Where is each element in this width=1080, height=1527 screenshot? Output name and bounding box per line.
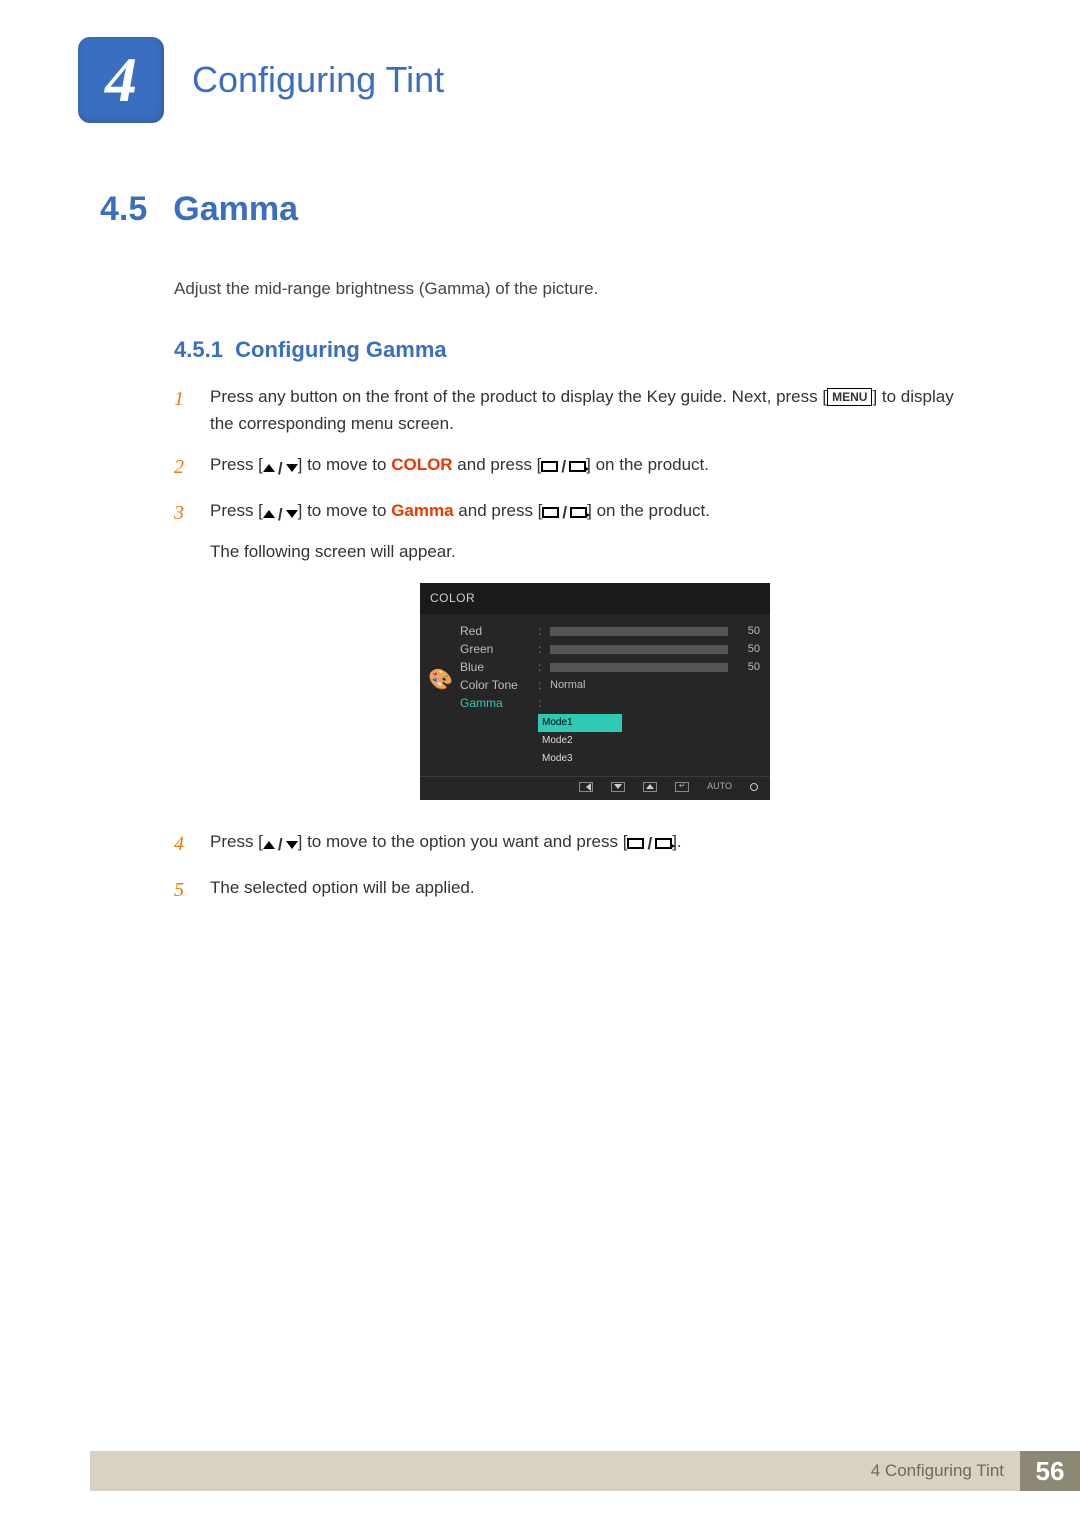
menu-key-icon: MENU [827, 388, 872, 406]
text: ] to move to the option you want and pre… [298, 832, 628, 851]
osd-label: Red [460, 622, 532, 641]
osd-panel: COLOR 🎨 Red: 50 Green: [420, 583, 770, 800]
text: Press any button on the front of the pro… [210, 387, 827, 406]
enter-source-icon: / [541, 453, 586, 480]
step-5: 5 The selected option will be applied. [174, 874, 980, 906]
osd-option: Mode3 [538, 750, 622, 768]
keyword-color: COLOR [391, 455, 452, 474]
osd-navbar: ↵ AUTO [420, 776, 770, 793]
osd-value: Normal [550, 677, 585, 695]
page-number: 56 [1020, 1451, 1080, 1491]
step-text: Press [/] to move to COLOR and press [/]… [210, 451, 980, 483]
nav-back-icon [579, 782, 593, 792]
osd-row-blue: Blue: 50 [460, 658, 760, 676]
content: 4.5 Gamma Adjust the mid-range brightnes… [0, 130, 1080, 906]
steps-list: 1 Press any button on the front of the p… [174, 383, 980, 906]
up-down-arrows-icon: / [263, 831, 298, 858]
step-number: 5 [174, 874, 192, 906]
section-title: Gamma [173, 190, 298, 229]
step-1: 1 Press any button on the front of the p… [174, 383, 980, 437]
subsection-title: Configuring Gamma [235, 337, 446, 362]
osd-option-selected: Mode1 [538, 714, 622, 732]
osd-label: Blue [460, 658, 532, 677]
text: Press [ [210, 832, 263, 851]
page-footer: 4 Configuring Tint 56 [90, 1451, 1080, 1491]
step-number: 1 [174, 383, 192, 437]
osd-value: 50 [738, 641, 760, 659]
footer-label: 4 Configuring Tint [90, 1451, 1020, 1491]
step-number: 3 [174, 497, 192, 813]
step-2: 2 Press [/] to move to COLOR and press [… [174, 451, 980, 483]
nav-auto: AUTO [707, 779, 732, 793]
osd-options: Mode1 Mode2 Mode3 [538, 714, 622, 768]
osd-row-red: Red: 50 [460, 622, 760, 640]
step-note: The following screen will appear. [210, 538, 980, 565]
step-text: Press [/] to move to Gamma and press [/]… [210, 497, 980, 813]
step-number: 4 [174, 828, 192, 860]
nav-enter-icon: ↵ [675, 782, 689, 792]
step-number: 2 [174, 451, 192, 483]
osd-row-gamma: Gamma: [460, 694, 760, 712]
text: ] to move to [298, 455, 392, 474]
text: Press [ [210, 455, 263, 474]
step-text: Press any button on the front of the pro… [210, 383, 980, 437]
chapter-title: Configuring Tint [192, 59, 444, 101]
step-text: The selected option will be applied. [210, 874, 980, 906]
section-number: 4.5 [100, 190, 147, 229]
section-heading: 4.5 Gamma [100, 190, 980, 229]
text: ] to move to [298, 501, 392, 520]
enter-source-icon: / [542, 499, 587, 526]
osd-row-tone: Color Tone: Normal [460, 676, 760, 694]
osd-value: 50 [738, 623, 760, 641]
text: Press [ [210, 501, 263, 520]
power-icon [750, 783, 758, 791]
chapter-badge: 4 [78, 37, 164, 123]
osd-option: Mode2 [538, 732, 622, 750]
palette-icon: 🎨 [428, 622, 460, 768]
osd-label: Color Tone [460, 676, 532, 695]
osd-label-selected: Gamma [460, 694, 532, 713]
osd-row-green: Green: 50 [460, 640, 760, 658]
up-down-arrows-icon: / [263, 501, 298, 528]
text: ] on the product. [586, 455, 709, 474]
up-down-arrows-icon: / [263, 455, 298, 482]
osd-screenshot: COLOR 🎨 Red: 50 Green: [210, 583, 980, 800]
step-3: 3 Press [/] to move to Gamma and press [… [174, 497, 980, 813]
keyword-gamma: Gamma [391, 501, 453, 520]
text: and press [ [454, 501, 543, 520]
text: ] on the product. [587, 501, 710, 520]
subsection-heading: 4.5.1 Configuring Gamma [174, 337, 980, 363]
page-header: 4 Configuring Tint [0, 0, 1080, 130]
osd-label: Green [460, 640, 532, 659]
section-description: Adjust the mid-range brightness (Gamma) … [174, 279, 980, 299]
nav-down-icon [611, 782, 625, 792]
enter-source-icon: / [627, 830, 672, 857]
osd-value: 50 [738, 659, 760, 677]
step-4: 4 Press [/] to move to the option you wa… [174, 828, 980, 860]
subsection-number: 4.5.1 [174, 337, 223, 362]
osd-title: COLOR [420, 583, 770, 614]
step-text: Press [/] to move to the option you want… [210, 828, 980, 860]
text: and press [ [453, 455, 542, 474]
nav-up-icon [643, 782, 657, 792]
